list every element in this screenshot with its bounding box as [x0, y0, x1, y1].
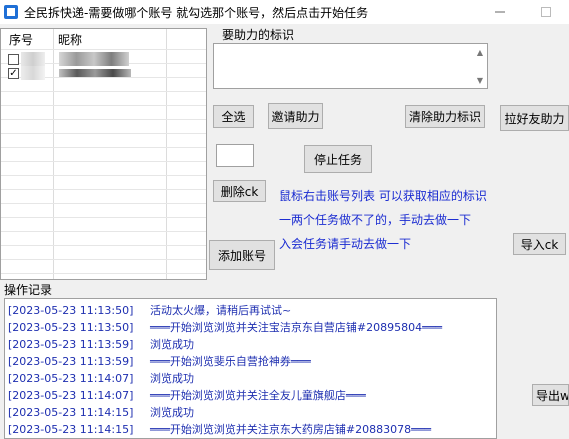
log-entry: [2023-05-23 11:13:50] 活动太火爆，请稍后再试试~: [8, 302, 291, 318]
log-time: [2023-05-23 11:14:15]: [8, 423, 134, 436]
redacted-nickname: [59, 69, 131, 77]
minimize-icon: [495, 11, 505, 13]
log-entry: [2023-05-23 11:14:07] 浏览成功: [8, 370, 194, 386]
row-divider: [1, 189, 206, 190]
log-time: [2023-05-23 11:13:50]: [8, 321, 134, 334]
help-target-label: 要助力的标识: [222, 28, 295, 42]
log-message: ═══开始浏览浏览并关注京东大药房店铺#20883078═══: [150, 423, 431, 436]
log-message: 活动太火爆，请稍后再试试~: [150, 304, 292, 317]
row-divider: [1, 203, 206, 204]
log-time: [2023-05-23 11:13:59]: [8, 355, 134, 368]
import-ck-button[interactable]: 导入ck: [513, 233, 566, 255]
log-message: ═══开始浏览浏览并关注宝洁京东自营店铺#20895804═══: [150, 321, 442, 334]
stop-task-button[interactable]: 停止任务: [304, 145, 372, 173]
row-divider: [1, 119, 206, 120]
account-checkbox[interactable]: [8, 54, 19, 65]
delete-ck-button[interactable]: 删除ck: [213, 180, 266, 202]
log-time: [2023-05-23 11:14:07]: [8, 372, 134, 385]
account-checkbox[interactable]: ✓: [8, 68, 19, 79]
log-message: ═══开始浏览斐乐自营抢神券═══: [150, 355, 311, 368]
row-divider: [1, 259, 206, 260]
row-divider: [1, 245, 206, 246]
row-divider: [1, 231, 206, 232]
add-account-button[interactable]: 添加账号: [209, 240, 275, 270]
app-icon: [3, 4, 19, 20]
log-message: 浏览成功: [150, 406, 194, 419]
redacted-index: [21, 52, 45, 66]
row-divider: [1, 273, 206, 274]
row-divider: [1, 105, 206, 106]
column-header-index[interactable]: 序号: [9, 31, 33, 48]
log-time: [2023-05-23 11:14:07]: [8, 389, 134, 402]
log-time: [2023-05-23 11:13:50]: [8, 304, 134, 317]
log-message: ═══开始浏览浏览并关注全友儿童旗舰店═══: [150, 389, 366, 402]
log-message: 浏览成功: [150, 372, 194, 385]
account-list[interactable]: 序号 昵称 ✓: [0, 28, 207, 280]
hint-text: 入会任务请手动去做一下: [279, 237, 412, 251]
row-divider: [1, 91, 206, 92]
minimize-button[interactable]: [477, 0, 523, 24]
row-divider: [1, 217, 206, 218]
column-divider: [53, 29, 54, 279]
log-entry: [2023-05-23 11:13:59] ═══开始浏览斐乐自营抢神券═══: [8, 353, 311, 369]
column-header-nickname[interactable]: 昵称: [58, 31, 82, 48]
hint-text: 鼠标右击账号列表 可以获取相应的标识: [279, 189, 487, 203]
row-divider: [1, 49, 206, 50]
log-entry: [2023-05-23 11:14:15] 浏览成功: [8, 404, 194, 420]
log-entry: [2023-05-23 11:14:15] ═══开始浏览浏览并关注京东大药房店铺…: [8, 421, 431, 437]
title-bar: 全民拆快递-需要做哪个账号 就勾选那个账号，然后点击开始任务: [0, 0, 569, 24]
log-entry: [2023-05-23 11:13:59] 浏览成功: [8, 336, 194, 352]
log-message: 浏览成功: [150, 338, 194, 351]
maximize-button[interactable]: [523, 0, 569, 24]
window-title: 全民拆快递-需要做哪个账号 就勾选那个账号，然后点击开始任务: [24, 6, 369, 20]
log-section-label: 操作记录: [4, 283, 53, 297]
log-time: [2023-05-23 11:14:15]: [8, 406, 134, 419]
log-time: [2023-05-23 11:13:59]: [8, 338, 134, 351]
redacted-index: [21, 66, 45, 80]
row-divider: [1, 175, 206, 176]
scroll-down-icon[interactable]: ▼: [473, 73, 487, 87]
column-divider: [166, 29, 167, 279]
log-entry: [2023-05-23 11:13:50] ═══开始浏览浏览并关注宝洁京东自营店…: [8, 319, 442, 335]
clear-help-id-button[interactable]: 清除助力标识: [405, 105, 485, 128]
log-entry: [2023-05-23 11:14:07] ═══开始浏览浏览并关注全友儿童旗舰店…: [8, 387, 366, 403]
small-input-field[interactable]: [216, 144, 254, 167]
invite-help-button[interactable]: 邀请助力: [268, 103, 323, 129]
row-divider: [1, 133, 206, 134]
row-divider: [1, 147, 206, 148]
maximize-icon: [541, 7, 551, 17]
export-button[interactable]: 导出ws: [532, 384, 569, 406]
log-output[interactable]: [2023-05-23 11:13:50] 活动太火爆，请稍后再试试~ [2023…: [4, 298, 497, 439]
scroll-up-icon[interactable]: ▲: [473, 45, 487, 59]
hint-text: 一两个任务做不了的，手动去做一下: [279, 213, 472, 227]
row-divider: [1, 161, 206, 162]
pull-friend-help-button[interactable]: 拉好友助力: [500, 105, 569, 131]
help-target-input[interactable]: ▲ ▼: [213, 43, 488, 89]
select-all-button[interactable]: 全选: [213, 105, 254, 128]
redacted-nickname: [59, 52, 129, 66]
